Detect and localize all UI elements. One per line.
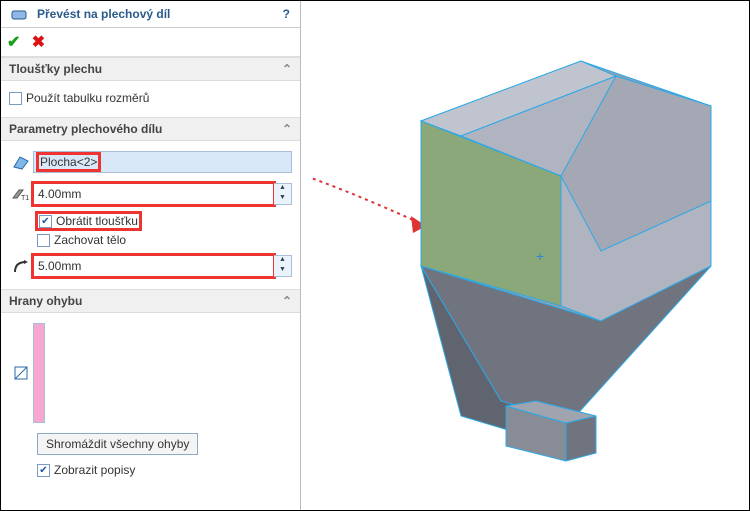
section-params-body: Plocha<2> T1 4.00mm ▲▼ Obrátit tloušťku … [1, 141, 300, 289]
face-icon [9, 153, 33, 171]
face-selection-input[interactable]: Plocha<2> [33, 151, 292, 173]
origin-marker: + [536, 248, 544, 264]
section-bends-body: Shromáždit všechny ohyby Zobrazit popisy [1, 313, 300, 489]
help-button[interactable]: ? [279, 7, 294, 21]
radius-row: 5.00mm ▲▼ [9, 255, 292, 277]
confirm-bar: ✔ ✖ [1, 28, 300, 57]
section-params-header[interactable]: Parametry plechového dílu ⌃ [1, 117, 300, 141]
use-gauge-table-row[interactable]: Použít tabulku rozměrů [9, 91, 292, 105]
collect-bends-button[interactable]: Shromáždit všechny ohyby [37, 433, 198, 455]
section-thickness-title: Tloušťky plechu [9, 62, 102, 76]
use-gauge-table-label: Použít tabulku rozměrů [26, 91, 149, 105]
bend-edges-row [9, 323, 292, 423]
show-callouts-label: Zobrazit popisy [54, 463, 135, 477]
keep-body-checkbox[interactable] [37, 234, 50, 247]
feature-icon [7, 5, 31, 23]
graphics-area[interactable]: + [311, 1, 749, 510]
chevron-up-icon: ⌃ [282, 62, 292, 76]
thickness-spinner[interactable]: ▲▼ [274, 183, 292, 205]
keep-body-row[interactable]: Zachovat tělo [37, 233, 292, 247]
callout-arrow [311, 141, 426, 226]
chevron-up-icon: ⌃ [282, 122, 292, 136]
section-thickness-body: Použít tabulku rozměrů [1, 81, 300, 117]
show-callouts-checkbox[interactable] [37, 464, 50, 477]
reverse-thickness-row[interactable]: Obrátit tloušťku [37, 213, 140, 229]
panel-title: Převést na plechový díl [37, 7, 279, 21]
bend-edges-list-selection [34, 324, 44, 422]
thickness-input[interactable]: 4.00mm [33, 183, 274, 205]
property-panel: Převést na plechový díl ? ✔ ✖ Tloušťky p… [1, 1, 301, 510]
thickness-row: T1 4.00mm ▲▼ [9, 183, 292, 205]
ok-button[interactable]: ✔ [7, 34, 20, 51]
thickness-value: 4.00mm [38, 187, 81, 201]
chevron-up-icon: ⌃ [282, 294, 292, 308]
panel-header: Převést na plechový díl ? [1, 1, 300, 28]
show-callouts-row[interactable]: Zobrazit popisy [37, 463, 292, 477]
bend-edges-list[interactable] [33, 323, 45, 423]
use-gauge-table-checkbox[interactable] [9, 92, 22, 105]
thickness-icon: T1 [9, 186, 33, 202]
section-bends-title: Hrany ohybu [9, 294, 82, 308]
solid-body [421, 61, 711, 461]
face-selection-value: Plocha<2> [38, 154, 99, 170]
model-view: + [311, 1, 750, 511]
reverse-thickness-label: Obrátit tloušťku [56, 214, 138, 228]
edges-icon [9, 364, 33, 382]
section-thickness-header[interactable]: Tloušťky plechu ⌃ [1, 57, 300, 81]
collect-bends-wrap: Shromáždit všechny ohyby [37, 427, 292, 455]
keep-body-label: Zachovat tělo [54, 233, 126, 247]
section-bends-header[interactable]: Hrany ohybu ⌃ [1, 289, 300, 313]
section-params-title: Parametry plechového dílu [9, 122, 162, 136]
svg-text:T1: T1 [21, 195, 29, 202]
radius-value: 5.00mm [38, 259, 81, 273]
radius-input[interactable]: 5.00mm [33, 255, 274, 277]
face-selection-row: Plocha<2> [9, 151, 292, 173]
cancel-button[interactable]: ✖ [32, 34, 45, 51]
bend-radius-icon [9, 257, 33, 275]
reverse-thickness-checkbox[interactable] [39, 215, 52, 228]
radius-spinner[interactable]: ▲▼ [274, 255, 292, 277]
